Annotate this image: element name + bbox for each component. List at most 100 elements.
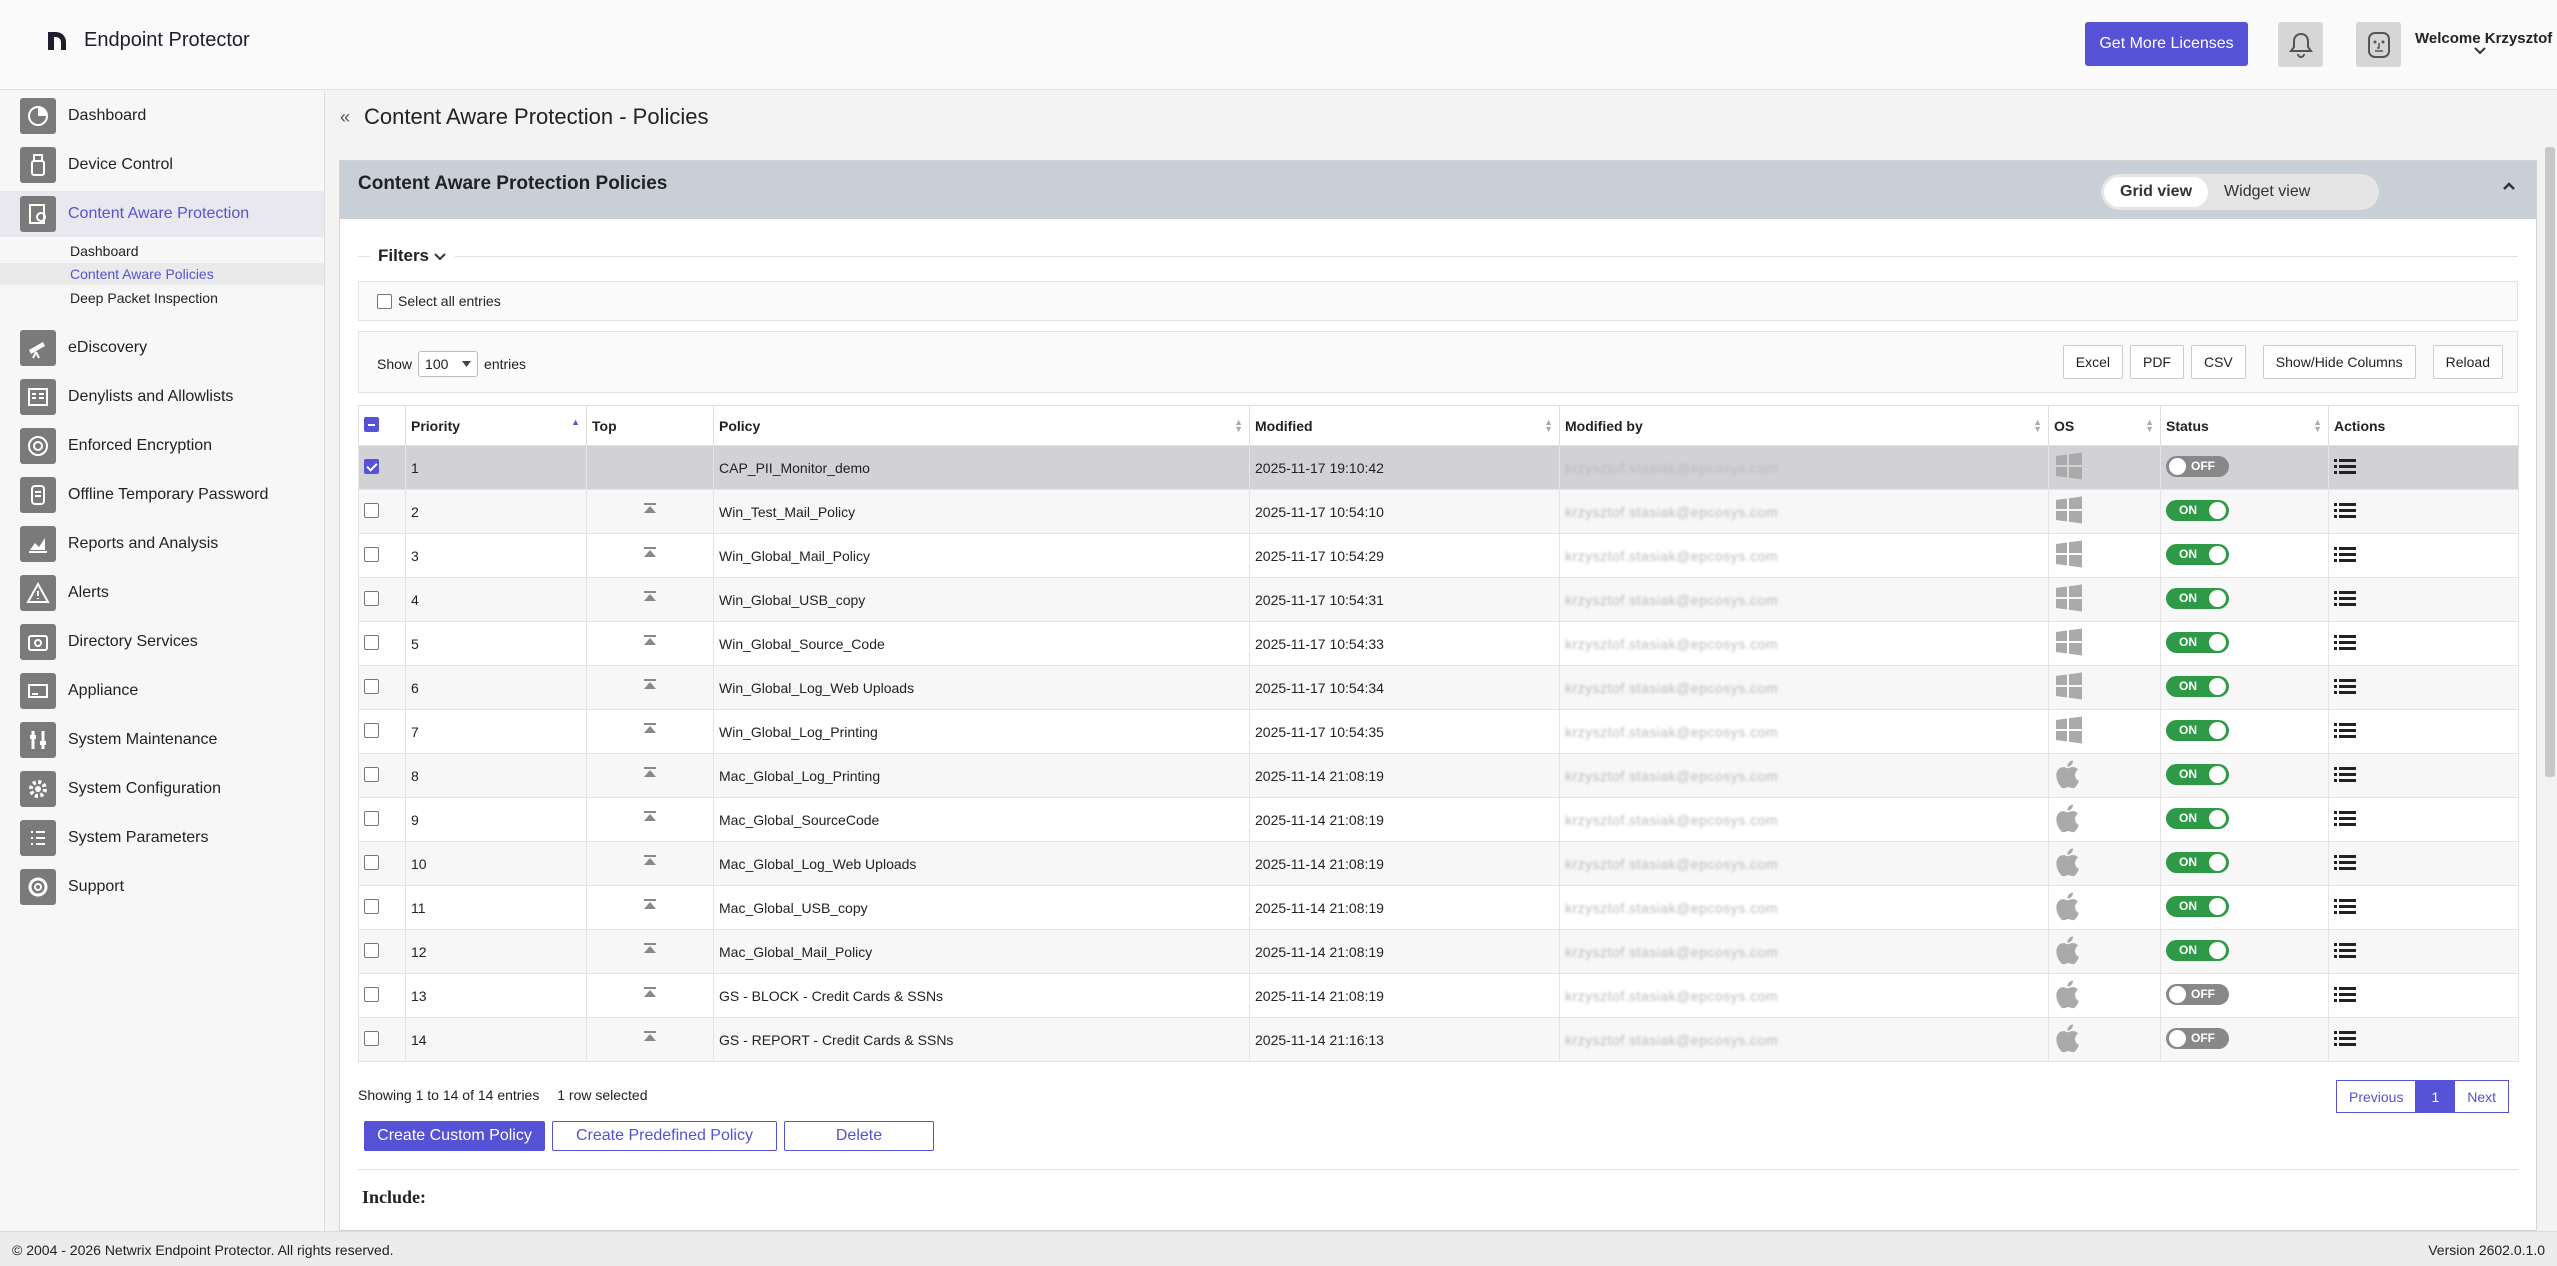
actions-menu-icon[interactable] (2334, 1031, 2356, 1050)
top-cell[interactable] (586, 973, 714, 1018)
actions-menu-icon[interactable] (2334, 767, 2356, 786)
status-toggle[interactable]: ON (2166, 895, 2229, 917)
status-toggle[interactable]: ON (2166, 675, 2229, 697)
move-to-top-icon[interactable] (641, 503, 659, 520)
column-header-modified-by[interactable]: Modified by ▲ ▼ (1559, 405, 2049, 446)
row-checkbox[interactable] (364, 854, 379, 870)
table-row[interactable]: 11 Mac_Global_USB_copy 2025-11-14 21:08:19… (358, 885, 2519, 930)
header-select-checkbox-cell[interactable] (358, 405, 406, 446)
row-checkbox-cell[interactable] (358, 885, 406, 930)
brand-logo[interactable]: Endpoint Protector (48, 28, 250, 52)
table-row[interactable]: 12 Mac_Global_Mail_Policy 2025-11-14 21:08… (358, 929, 2519, 974)
pdf-button[interactable]: PDF (2129, 345, 2184, 379)
actions-menu-icon[interactable] (2334, 591, 2356, 610)
actions-menu-icon[interactable] (2334, 855, 2356, 874)
row-checkbox-cell[interactable] (358, 841, 406, 886)
row-checkbox[interactable] (364, 502, 379, 518)
row-checkbox-cell[interactable] (358, 973, 406, 1018)
move-to-top-icon[interactable] (641, 1031, 659, 1048)
table-row[interactable]: 4 Win_Global_USB_copy 2025-11-17 10:54:31 k… (358, 577, 2519, 622)
sidebar-item-enforced-encryption[interactable]: Enforced Encryption (0, 423, 324, 469)
sidebar-item-appliance[interactable]: Appliance (0, 668, 324, 714)
row-checkbox[interactable] (364, 942, 379, 958)
row-checkbox-cell[interactable] (358, 797, 406, 842)
sidebar-sub-deep-packet-inspection[interactable]: Deep Packet Inspection (0, 287, 324, 309)
table-row[interactable]: 9 Mac_Global_SourceCode 2025-11-14 21:08:1… (358, 797, 2519, 842)
column-header-modified[interactable]: Modified ▲ ▼ (1249, 405, 1560, 446)
sidebar-item-system-configuration[interactable]: System Configuration (0, 766, 324, 812)
table-row[interactable]: 7 Win_Global_Log_Printing 2025-11-17 10:54… (358, 709, 2519, 754)
row-checkbox-cell[interactable] (358, 577, 406, 622)
column-header-os[interactable]: OS ▲ ▼ (2048, 405, 2161, 446)
status-toggle[interactable]: ON (2166, 543, 2229, 565)
page-length-select[interactable]: 100 (418, 351, 479, 377)
status-toggle[interactable]: ON (2166, 719, 2229, 741)
sidebar-item-content-aware-protection[interactable]: Content Aware Protection (0, 191, 324, 237)
page-scrollbar[interactable] (2545, 147, 2555, 777)
grid-view-button[interactable]: Grid view (2104, 177, 2209, 207)
sidebar-item-dashboard[interactable]: Dashboard (0, 93, 324, 139)
actions-menu-icon[interactable] (2334, 503, 2356, 522)
create-custom-policy-button[interactable]: Create Custom Policy (364, 1121, 545, 1151)
row-checkbox-cell[interactable] (358, 753, 406, 798)
row-checkbox[interactable] (364, 590, 379, 606)
top-cell[interactable] (586, 709, 714, 754)
row-checkbox-cell[interactable] (358, 929, 406, 974)
status-toggle[interactable]: OFF (2166, 455, 2229, 477)
collapse-sidebar-icon[interactable]: « (340, 107, 350, 128)
header-select-checkbox[interactable] (364, 416, 379, 432)
chevron-up-icon[interactable] (2502, 181, 2516, 191)
row-checkbox[interactable] (364, 898, 379, 914)
actions-menu-icon[interactable] (2334, 547, 2356, 566)
sidebar-item-system-maintenance[interactable]: System Maintenance (0, 717, 324, 763)
row-checkbox[interactable] (364, 766, 379, 782)
status-toggle[interactable]: OFF (2166, 983, 2229, 1005)
column-header-top[interactable]: Top (586, 405, 714, 446)
move-to-top-icon[interactable] (641, 987, 659, 1004)
top-cell[interactable] (586, 445, 714, 490)
move-to-top-icon[interactable] (641, 767, 659, 784)
sidebar-item-alerts[interactable]: Alerts (0, 570, 324, 616)
status-toggle[interactable]: ON (2166, 851, 2229, 873)
chevron-down-icon[interactable] (2474, 47, 2486, 55)
table-row[interactable]: 5 Win_Global_Source_Code 2025-11-17 10:54:… (358, 621, 2519, 666)
row-checkbox[interactable] (364, 678, 379, 694)
status-toggle[interactable]: OFF (2166, 1027, 2229, 1049)
actions-menu-icon[interactable] (2334, 459, 2356, 478)
avatar[interactable] (2356, 22, 2401, 67)
row-checkbox-cell[interactable] (358, 709, 406, 754)
sidebar-item-offline-temporary-password[interactable]: Offline Temporary Password (0, 472, 324, 518)
row-checkbox-cell[interactable] (358, 489, 406, 534)
notifications-button[interactable] (2278, 22, 2323, 67)
page-1-button[interactable]: 1 (2416, 1080, 2455, 1113)
row-checkbox[interactable] (364, 1030, 379, 1046)
show-hide-columns-button[interactable]: Show/Hide Columns (2262, 345, 2416, 379)
top-cell[interactable] (586, 753, 714, 798)
top-cell[interactable] (586, 533, 714, 578)
top-cell[interactable] (586, 841, 714, 886)
table-row[interactable]: 10 Mac_Global_Log_Web Uploads 2025-11-14 2… (358, 841, 2519, 886)
move-to-top-icon[interactable] (641, 679, 659, 696)
create-predefined-policy-button[interactable]: Create Predefined Policy (552, 1121, 777, 1151)
excel-button[interactable]: Excel (2062, 345, 2123, 379)
next-page-button[interactable]: Next (2454, 1080, 2510, 1113)
sidebar-item-reports-analysis[interactable]: Reports and Analysis (0, 521, 324, 567)
status-toggle[interactable]: ON (2166, 763, 2229, 785)
column-header-policy[interactable]: Policy ▲ ▼ (713, 405, 1250, 446)
previous-page-button[interactable]: Previous (2336, 1080, 2417, 1113)
csv-button[interactable]: CSV (2190, 345, 2246, 379)
table-row[interactable]: 1 CAP_PII_Monitor_demo 2025-11-17 19:10:42… (358, 445, 2519, 490)
table-row[interactable]: 14 GS - REPORT - Credit Cards & SSNs 2025-… (358, 1017, 2519, 1062)
sidebar-item-support[interactable]: Support (0, 864, 324, 910)
top-cell[interactable] (586, 665, 714, 710)
table-row[interactable]: 6 Win_Global_Log_Web Uploads 2025-11-17 10… (358, 665, 2519, 710)
top-cell[interactable] (586, 621, 714, 666)
row-checkbox-cell[interactable] (358, 665, 406, 710)
row-checkbox-cell[interactable] (358, 445, 406, 490)
sidebar-sub-content-aware-policies[interactable]: Content Aware Policies (0, 263, 324, 285)
row-checkbox[interactable] (364, 546, 379, 562)
table-row[interactable]: 2 Win_Test_Mail_Policy 2025-11-17 10:54:10… (358, 489, 2519, 534)
row-checkbox[interactable] (364, 634, 379, 650)
top-cell[interactable] (586, 1017, 714, 1062)
actions-menu-icon[interactable] (2334, 723, 2356, 742)
